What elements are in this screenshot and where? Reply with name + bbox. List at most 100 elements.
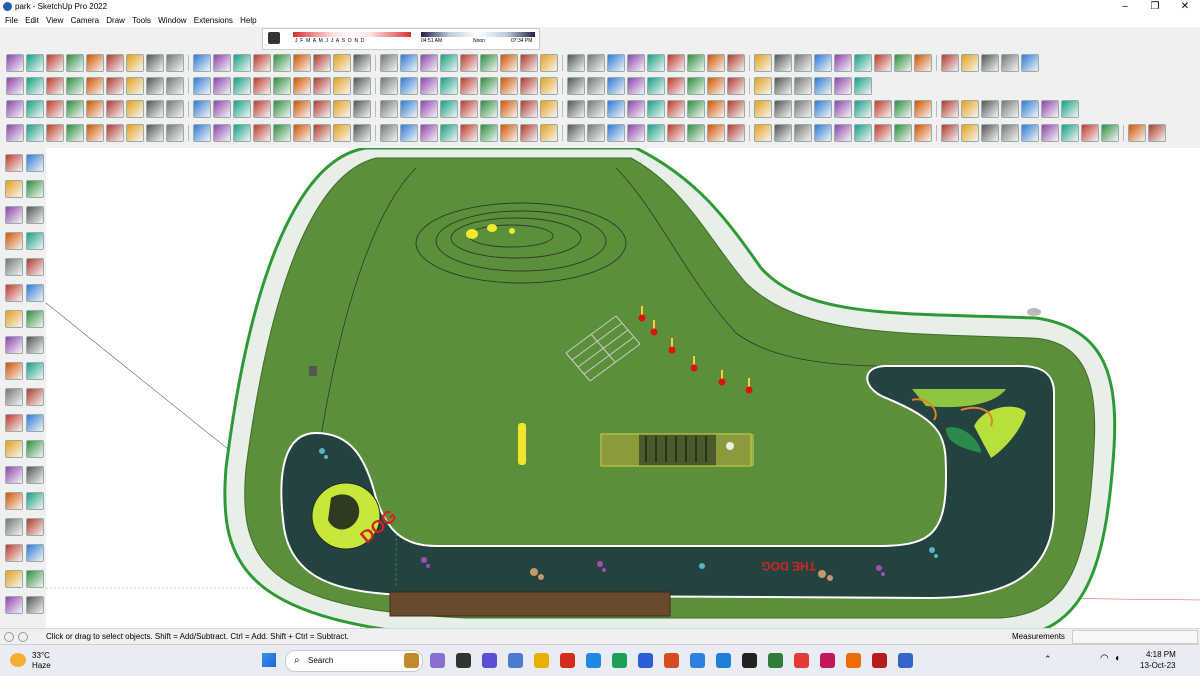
draw-tool-icon[interactable] xyxy=(794,77,812,95)
sandbox-tool-icon[interactable] xyxy=(520,100,538,118)
solid-tool-icon[interactable] xyxy=(500,124,518,142)
edit-tool-icon[interactable] xyxy=(480,54,498,72)
left-palette-tool-icon[interactable] xyxy=(5,388,23,406)
sandbox-tool-icon[interactable] xyxy=(981,100,999,118)
sandbox-tool-icon[interactable] xyxy=(193,100,211,118)
left-palette-tool-icon[interactable] xyxy=(26,440,44,458)
measurements-input[interactable] xyxy=(1072,630,1198,644)
edit-tool-icon[interactable] xyxy=(293,54,311,72)
edit-tool-icon[interactable] xyxy=(253,54,271,72)
edit-tool-icon[interactable] xyxy=(647,54,665,72)
edit-tool-icon[interactable] xyxy=(6,54,24,72)
edit-tool-icon[interactable] xyxy=(166,54,184,72)
solid-tool-icon[interactable] xyxy=(647,124,665,142)
solid-tool-icon[interactable] xyxy=(1021,124,1039,142)
taskbar-app-icon[interactable] xyxy=(820,653,835,668)
taskbar-app-icon[interactable] xyxy=(872,653,887,668)
edit-tool-icon[interactable] xyxy=(500,54,518,72)
edit-tool-icon[interactable] xyxy=(213,54,231,72)
left-palette-tool-icon[interactable] xyxy=(26,544,44,562)
left-palette-tool-icon[interactable] xyxy=(26,154,44,172)
sandbox-tool-icon[interactable] xyxy=(607,100,625,118)
draw-tool-icon[interactable] xyxy=(520,77,538,95)
left-palette-tool-icon[interactable] xyxy=(5,206,23,224)
left-palette-tool-icon[interactable] xyxy=(26,310,44,328)
left-palette-tool-icon[interactable] xyxy=(5,440,23,458)
taskbar-app-icon[interactable] xyxy=(534,653,549,668)
solid-tool-icon[interactable] xyxy=(567,124,585,142)
menu-draw[interactable]: Draw xyxy=(106,14,125,27)
edit-tool-icon[interactable] xyxy=(66,54,84,72)
sandbox-tool-icon[interactable] xyxy=(914,100,932,118)
solid-tool-icon[interactable] xyxy=(667,124,685,142)
left-palette-tool-icon[interactable] xyxy=(26,206,44,224)
sandbox-tool-icon[interactable] xyxy=(687,100,705,118)
solid-tool-icon[interactable] xyxy=(400,124,418,142)
draw-tool-icon[interactable] xyxy=(814,77,832,95)
edit-tool-icon[interactable] xyxy=(146,54,164,72)
sandbox-tool-icon[interactable] xyxy=(834,100,852,118)
taskbar-app-icon[interactable] xyxy=(716,653,731,668)
edit-tool-icon[interactable] xyxy=(667,54,685,72)
sandbox-tool-icon[interactable] xyxy=(480,100,498,118)
solid-tool-icon[interactable] xyxy=(333,124,351,142)
sandbox-tool-icon[interactable] xyxy=(233,100,251,118)
sandbox-tool-icon[interactable] xyxy=(794,100,812,118)
left-palette-tool-icon[interactable] xyxy=(26,362,44,380)
edit-tool-icon[interactable] xyxy=(587,54,605,72)
left-palette-tool-icon[interactable] xyxy=(5,362,23,380)
edit-tool-icon[interactable] xyxy=(1021,54,1039,72)
draw-tool-icon[interactable] xyxy=(567,77,585,95)
solid-tool-icon[interactable] xyxy=(273,124,291,142)
draw-tool-icon[interactable] xyxy=(66,77,84,95)
menu-extensions[interactable]: Extensions xyxy=(194,14,233,27)
sandbox-tool-icon[interactable] xyxy=(420,100,438,118)
left-palette-tool-icon[interactable] xyxy=(5,232,23,250)
sandbox-tool-icon[interactable] xyxy=(126,100,144,118)
sandbox-tool-icon[interactable] xyxy=(727,100,745,118)
solid-tool-icon[interactable] xyxy=(874,124,892,142)
taskbar-app-icon[interactable] xyxy=(586,653,601,668)
solid-tool-icon[interactable] xyxy=(213,124,231,142)
edit-tool-icon[interactable] xyxy=(727,54,745,72)
draw-tool-icon[interactable] xyxy=(213,77,231,95)
draw-tool-icon[interactable] xyxy=(774,77,792,95)
sandbox-tool-icon[interactable] xyxy=(1061,100,1079,118)
left-palette-tool-icon[interactable] xyxy=(5,414,23,432)
solid-tool-icon[interactable] xyxy=(126,124,144,142)
sandbox-tool-icon[interactable] xyxy=(146,100,164,118)
taskbar-app-icon[interactable] xyxy=(846,653,861,668)
left-palette-tool-icon[interactable] xyxy=(26,518,44,536)
menu-help[interactable]: Help xyxy=(240,14,256,27)
edit-tool-icon[interactable] xyxy=(607,54,625,72)
draw-tool-icon[interactable] xyxy=(647,77,665,95)
sandbox-tool-icon[interactable] xyxy=(460,100,478,118)
solid-tool-icon[interactable] xyxy=(794,124,812,142)
solid-tool-icon[interactable] xyxy=(1041,124,1059,142)
sandbox-tool-icon[interactable] xyxy=(540,100,558,118)
solid-tool-icon[interactable] xyxy=(687,124,705,142)
sandbox-tool-icon[interactable] xyxy=(106,100,124,118)
left-palette-tool-icon[interactable] xyxy=(26,492,44,510)
draw-tool-icon[interactable] xyxy=(146,77,164,95)
left-palette-tool-icon[interactable] xyxy=(26,336,44,354)
taskbar-app-icon[interactable] xyxy=(690,653,705,668)
edit-tool-icon[interactable] xyxy=(313,54,331,72)
sandbox-tool-icon[interactable] xyxy=(380,100,398,118)
edit-tool-icon[interactable] xyxy=(794,54,812,72)
sandbox-tool-icon[interactable] xyxy=(500,100,518,118)
solid-tool-icon[interactable] xyxy=(480,124,498,142)
sandbox-tool-icon[interactable] xyxy=(253,100,271,118)
draw-tool-icon[interactable] xyxy=(106,77,124,95)
edit-tool-icon[interactable] xyxy=(86,54,104,72)
solid-tool-icon[interactable] xyxy=(1128,124,1146,142)
edit-tool-icon[interactable] xyxy=(126,54,144,72)
edit-tool-icon[interactable] xyxy=(193,54,211,72)
solid-tool-icon[interactable] xyxy=(1148,124,1166,142)
edit-tool-icon[interactable] xyxy=(941,54,959,72)
solid-tool-icon[interactable] xyxy=(1001,124,1019,142)
draw-tool-icon[interactable] xyxy=(627,77,645,95)
edit-tool-icon[interactable] xyxy=(914,54,932,72)
solid-tool-icon[interactable] xyxy=(66,124,84,142)
solid-tool-icon[interactable] xyxy=(1101,124,1119,142)
